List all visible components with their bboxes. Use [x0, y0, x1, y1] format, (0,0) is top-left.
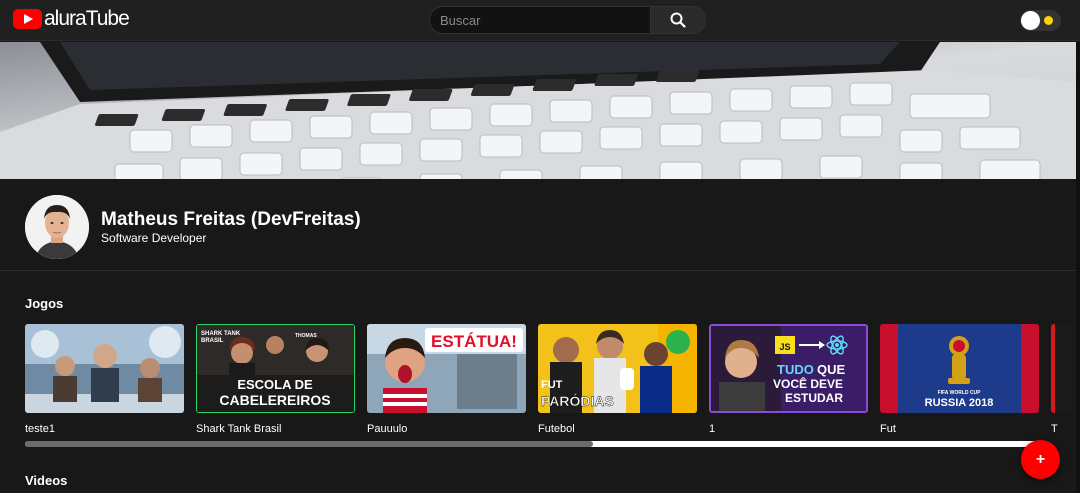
search-icon	[670, 12, 686, 28]
thumb-text: FIFA WORLD CUP	[938, 390, 982, 396]
video-card[interactable]: ESTÁTUA! Pauuulo	[367, 324, 526, 435]
top-bar: aluraTube	[0, 0, 1080, 41]
avatar	[25, 195, 89, 259]
video-card[interactable]: teste1	[25, 324, 184, 435]
page-scrollbar-track	[1076, 42, 1080, 493]
sun-icon	[1044, 16, 1053, 25]
thumb-text: SHARK TANK	[201, 331, 241, 337]
horizontal-scrollbar[interactable]	[25, 441, 1040, 447]
thumb-text: JS	[779, 342, 790, 352]
video-thumbnail[interactable]: FUT PARÓDIAS	[538, 324, 697, 413]
video-title[interactable]: teste1	[25, 423, 184, 435]
thumb-text: THOMAS	[295, 333, 317, 339]
add-video-button[interactable]: +	[1021, 440, 1060, 479]
thumb-text: RUSSIA 2018	[925, 397, 994, 409]
video-card[interactable]: SHARK TANK BRASIL THOMAS ESCOLA DE CABEL…	[196, 324, 355, 435]
video-thumbnail[interactable]: ESTÁTUA!	[367, 324, 526, 413]
scrollbar-thumb[interactable]	[25, 441, 593, 447]
thumb-text: PARÓDIAS	[541, 392, 614, 409]
thumb-text: VOCÊ DEVE	[773, 376, 843, 391]
theme-toggle[interactable]	[1020, 10, 1061, 31]
video-card[interactable]: FUT PARÓDIAS Futebol	[538, 324, 697, 435]
channel-banner	[0, 42, 1080, 179]
video-thumbnail[interactable]: JS TUDO QUE VOCÊ DEVE ESTUDAR	[709, 324, 868, 413]
thumb-text: TUDO	[777, 362, 814, 377]
channel-profile: Matheus Freitas (DevFreitas) Software De…	[0, 179, 1080, 271]
section-title-videos: Videos	[25, 473, 68, 488]
video-title[interactable]: Pauuulo	[367, 423, 526, 435]
thumb-text: FUT	[541, 379, 563, 391]
video-thumbnail[interactable]: FIFA WORLD CUP RUSSIA 2018	[880, 324, 1039, 413]
video-thumbnail[interactable]	[25, 324, 184, 413]
thumb-text: ESCOLA DE	[237, 377, 313, 392]
search-input[interactable]	[430, 7, 650, 33]
thumb-text: ESTÁTUA!	[431, 332, 517, 351]
video-title[interactable]: 1	[709, 423, 868, 435]
video-title[interactable]: Futebol	[538, 423, 697, 435]
logo[interactable]: aluraTube	[13, 7, 130, 30]
thumb-text: QUE	[817, 362, 846, 377]
video-thumbnail[interactable]: SHARK TANK BRASIL THOMAS ESCOLA DE CABEL…	[196, 324, 355, 413]
video-title[interactable]: Fut	[880, 423, 1039, 435]
play-logo-icon	[13, 9, 42, 29]
thumb-text: BRASIL	[201, 338, 224, 344]
video-card[interactable]: FIFA WORLD CUP RUSSIA 2018 Fut	[880, 324, 1039, 435]
thumb-text: CABELEREIROS	[219, 392, 330, 408]
thumb-text: ESTUDAR	[785, 391, 843, 405]
channel-name: Matheus Freitas (DevFreitas)	[101, 209, 361, 230]
logo-text: aluraTube	[44, 7, 130, 30]
toggle-knob	[1021, 11, 1040, 30]
channel-role: Software Developer	[101, 231, 207, 245]
section-title-jogos: Jogos	[25, 296, 64, 311]
video-card[interactable]: JS TUDO QUE VOCÊ DEVE ESTUDAR 1	[709, 324, 868, 435]
video-title[interactable]: Shark Tank Brasil	[196, 423, 355, 435]
search-button[interactable]	[650, 7, 705, 33]
video-row-jogos[interactable]: teste1 SHARK TANK BRASIL THOMAS ESCOLA D…	[25, 324, 1080, 439]
search-bar	[429, 6, 706, 34]
